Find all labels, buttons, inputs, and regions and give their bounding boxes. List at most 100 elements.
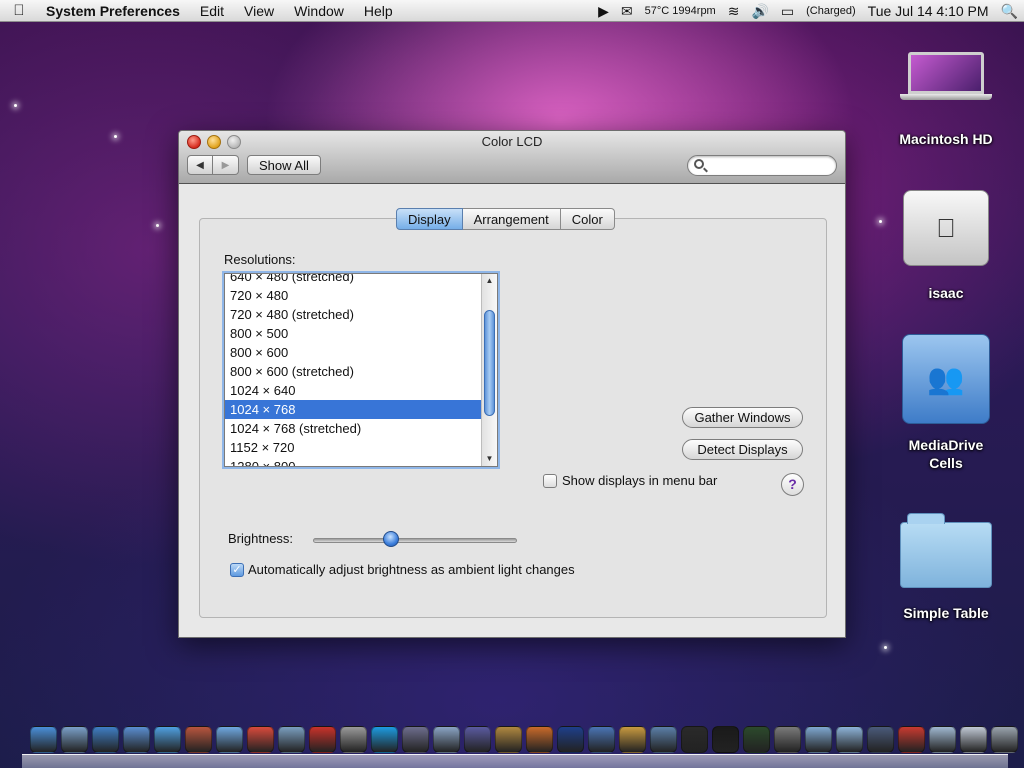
shared-drive-icon: 👥 [902, 334, 990, 424]
wifi-icon[interactable]: ≋ [722, 3, 746, 20]
folder-icon [900, 513, 992, 588]
list-item[interactable]: 1024 × 768 [225, 400, 482, 419]
dock-applications-icon[interactable] [960, 726, 987, 753]
window-toolbar[interactable]: Color LCD ◀ ▶ Show All [179, 131, 845, 184]
star-decoration [14, 104, 17, 107]
dock-iphone-icon[interactable] [681, 726, 708, 753]
mail-icon[interactable]: ✉ [615, 3, 639, 20]
spotlight-icon[interactable]: 🔍 [995, 3, 1024, 20]
battery-icon[interactable]: ▭ [775, 3, 800, 20]
star-decoration [114, 135, 117, 138]
dock-address-book-icon[interactable] [185, 726, 212, 753]
desktop-icon-mediadrive[interactable]: 👥 MediaDrive Cells [891, 334, 1001, 472]
menu-view[interactable]: View [234, 3, 284, 19]
back-arrow-icon: ◀ [196, 159, 204, 171]
tab-color[interactable]: Color [560, 208, 615, 230]
menu-edit[interactable]: Edit [190, 3, 234, 19]
gather-windows-button[interactable]: Gather Windows [682, 407, 803, 428]
menu-help[interactable]: Help [354, 3, 403, 19]
forward-arrow-icon: ▶ [221, 159, 230, 171]
dock-iphoto-icon[interactable] [278, 726, 305, 753]
list-item[interactable]: 800 × 500 [225, 324, 482, 343]
dock-ichat-icon[interactable] [154, 726, 181, 753]
list-item[interactable]: 800 × 600 (stretched) [225, 362, 482, 381]
search-input[interactable] [710, 158, 830, 173]
dock-acrobat-icon[interactable] [309, 726, 336, 753]
play-icon[interactable]: ▶ [592, 3, 615, 20]
scroll-down-icon[interactable]: ▼ [482, 452, 497, 466]
scroll-up-icon[interactable]: ▲ [482, 274, 497, 288]
tab-arrangement[interactable]: Arrangement [462, 208, 561, 230]
list-item[interactable]: 640 × 480 (stretched) [225, 274, 482, 286]
scroll-thumb[interactable] [484, 310, 495, 416]
dock-ical-icon[interactable] [247, 726, 274, 753]
dock-activity-monitor-icon[interactable] [743, 726, 770, 753]
resolutions-items: 640 × 480 (stretched) 720 × 480 720 × 48… [225, 274, 482, 466]
dock-finder-icon[interactable] [30, 726, 57, 753]
resolutions-list[interactable]: 640 × 480 (stretched) 720 × 480 720 × 48… [224, 273, 498, 467]
mac-mini-icon:  [903, 190, 989, 266]
show-in-menubar-label[interactable]: Show displays in menu bar [562, 473, 717, 488]
desktop-icon-isaac[interactable]:  isaac [891, 190, 1001, 302]
detect-displays-button[interactable]: Detect Displays [682, 439, 803, 460]
auto-brightness-label[interactable]: Automatically adjust brightness as ambie… [248, 562, 575, 577]
dock-pdf-icon[interactable] [898, 726, 925, 753]
nav-buttons: ◀ ▶ [187, 155, 239, 175]
battery-status[interactable]: (Charged) [800, 5, 862, 17]
tab-display[interactable]: Display [396, 208, 463, 230]
clock[interactable]: Tue Jul 14 4:10 PM [862, 3, 995, 19]
list-item[interactable]: 800 × 600 [225, 343, 482, 362]
list-item[interactable]: 1024 × 640 [225, 381, 482, 400]
dock-disk-icon[interactable] [929, 726, 956, 753]
list-item[interactable]: 1152 × 720 [225, 438, 482, 457]
window-title: Color LCD [481, 134, 543, 149]
laptop-base [900, 94, 992, 100]
list-item[interactable]: 1024 × 768 (stretched) [225, 419, 482, 438]
dock-builder-icon[interactable] [588, 726, 615, 753]
list-item[interactable]: 720 × 480 (stretched) [225, 305, 482, 324]
dock-trash-icon[interactable] [991, 726, 1018, 753]
resolutions-label: Resolutions: [224, 252, 296, 267]
dock-network-icon[interactable] [123, 726, 150, 753]
dock-sketch-icon[interactable] [650, 726, 677, 753]
forward-button[interactable]: ▶ [213, 155, 239, 175]
desktop-icon-simple-table[interactable]: Simple Table [891, 513, 1001, 622]
desktop-icon-macintosh-hd[interactable]: Macintosh HD [891, 52, 1001, 148]
help-button[interactable]: ? [781, 473, 804, 496]
apple-menu-icon[interactable]:  [0, 2, 38, 19]
list-item[interactable]: 720 × 480 [225, 286, 482, 305]
dock-skype-icon[interactable] [371, 726, 398, 753]
dock-itunes-icon[interactable] [216, 726, 243, 753]
dock-preview-icon[interactable] [433, 726, 460, 753]
menu-bar:  System Preferences Edit View Window He… [0, 0, 1024, 22]
dock-mail-icon[interactable] [61, 726, 88, 753]
auto-brightness-checkbox[interactable]: ✓ [230, 563, 244, 577]
dock-app-3-icon[interactable] [557, 726, 584, 753]
desktop-icon-label: Simple Table [903, 605, 989, 621]
dock-textedit-icon[interactable] [340, 726, 367, 753]
desktop-icon-label: Macintosh HD [899, 131, 993, 147]
list-item[interactable]: 1280 × 800 [225, 457, 482, 466]
dock-documents-icon[interactable] [836, 726, 863, 753]
dock-quicktime-icon[interactable] [464, 726, 491, 753]
dock-xcode-icon[interactable] [402, 726, 429, 753]
resolutions-scrollbar[interactable]: ▲ ▼ [481, 274, 497, 466]
volume-icon[interactable]: 🔊 [745, 3, 774, 20]
brightness-slider-knob[interactable] [382, 531, 399, 547]
brightness-slider[interactable] [313, 538, 517, 543]
temperature-monitor[interactable]: 57°C 1994rpm [639, 5, 722, 17]
dock-transmit-icon[interactable] [495, 726, 522, 753]
dock-utility-icon[interactable] [619, 726, 646, 753]
dock-system-preferences-icon[interactable] [774, 726, 801, 753]
dock-safari-icon[interactable] [92, 726, 119, 753]
search-field[interactable] [687, 155, 837, 176]
dock-terminal-icon[interactable] [712, 726, 739, 753]
dock-fruit-icon[interactable] [526, 726, 553, 753]
show-in-menubar-checkbox[interactable] [543, 474, 557, 488]
dock-downloads-icon[interactable] [805, 726, 832, 753]
show-all-button[interactable]: Show All [247, 155, 321, 175]
app-menu[interactable]: System Preferences [38, 3, 190, 19]
dock-pictures-icon[interactable] [867, 726, 894, 753]
back-button[interactable]: ◀ [187, 155, 213, 175]
menu-window[interactable]: Window [284, 3, 354, 19]
